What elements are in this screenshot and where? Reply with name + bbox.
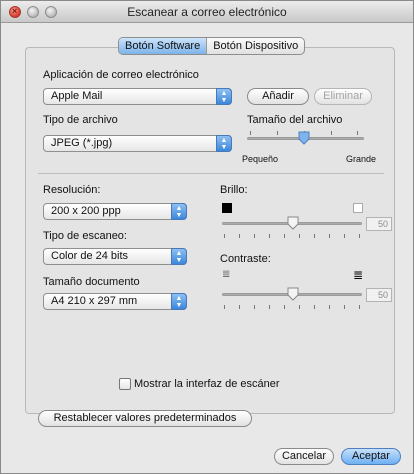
resolution-label: Resolución: bbox=[43, 184, 101, 196]
cancel-button[interactable]: Cancelar bbox=[274, 448, 334, 465]
popup-arrows-icon: ▲ ▼ bbox=[216, 135, 232, 152]
settings-panel: Aplicación de correo electrónico Apple M… bbox=[25, 47, 395, 414]
popup-arrows-icon: ▲ ▼ bbox=[171, 248, 187, 265]
file-type-label: Tipo de archivo bbox=[43, 114, 118, 126]
email-app-label: Aplicación de correo electrónico bbox=[43, 69, 199, 81]
tab-device-button[interactable]: Botón Dispositivo bbox=[206, 38, 304, 54]
scan-type-label: Tipo de escaneo: bbox=[43, 230, 127, 242]
resolution-value: 200 x 200 ppp bbox=[51, 205, 121, 217]
title-bar: × Escanear a correo electrónico bbox=[1, 1, 413, 23]
accept-button[interactable]: Aceptar bbox=[341, 448, 401, 465]
dark-square-icon bbox=[222, 203, 232, 213]
restore-defaults-button[interactable]: Restablecer valores predeterminados bbox=[38, 410, 252, 427]
contrast-value-field[interactable]: 50 bbox=[366, 288, 392, 302]
popup-arrows-icon: ▲ ▼ bbox=[171, 203, 187, 220]
low-contrast-icon: ≣ bbox=[222, 269, 231, 280]
file-size-label: Tamaño del archivo bbox=[247, 114, 343, 126]
remove-button[interactable]: Eliminar bbox=[314, 88, 372, 105]
scan-type-value: Color de 24 bits bbox=[51, 250, 129, 262]
file-size-min-label: Pequeño bbox=[242, 154, 279, 164]
window-title: Escanear a correo electrónico bbox=[127, 5, 287, 19]
light-square-icon bbox=[353, 203, 363, 213]
file-size-max-label: Grande bbox=[346, 154, 377, 164]
contrast-ticks bbox=[224, 305, 360, 309]
tab-software-button[interactable]: Botón Software bbox=[119, 38, 207, 54]
contrast-label: Contraste: bbox=[220, 253, 271, 265]
section-divider bbox=[38, 173, 384, 174]
file-type-value: JPEG (*.jpg) bbox=[51, 137, 113, 149]
tab-bar: Botón Software Botón Dispositivo bbox=[118, 37, 306, 55]
brightness-value-field[interactable]: 50 bbox=[366, 217, 392, 231]
file-type-select[interactable]: JPEG (*.jpg) ▲ ▼ bbox=[43, 135, 232, 152]
email-app-value: Apple Mail bbox=[51, 90, 103, 102]
file-size-slider-knob[interactable] bbox=[298, 131, 310, 145]
brightness-ticks bbox=[224, 234, 360, 238]
email-app-select[interactable]: Apple Mail ▲ ▼ bbox=[43, 88, 232, 105]
doc-size-label: Tamaño documento bbox=[43, 276, 140, 288]
show-interface-checkbox[interactable] bbox=[119, 378, 131, 390]
add-button[interactable]: Añadir bbox=[247, 88, 309, 105]
popup-arrows-icon: ▲ ▼ bbox=[171, 293, 187, 310]
doc-size-value: A4 210 x 297 mm bbox=[51, 295, 138, 307]
brightness-label: Brillo: bbox=[220, 184, 248, 196]
show-interface-label: Mostrar la interfaz de escáner bbox=[134, 378, 280, 390]
scan-type-select[interactable]: Color de 24 bits ▲ ▼ bbox=[43, 248, 187, 265]
high-contrast-icon: ≣ bbox=[353, 268, 364, 282]
brightness-slider-knob[interactable] bbox=[287, 216, 299, 230]
scan-to-email-window: × Escanear a correo electrónico Aplicaci… bbox=[0, 0, 414, 474]
popup-arrows-icon: ▲ ▼ bbox=[216, 88, 232, 105]
resolution-select[interactable]: 200 x 200 ppp ▲ ▼ bbox=[43, 203, 187, 220]
contrast-slider-knob[interactable] bbox=[287, 287, 299, 301]
doc-size-select[interactable]: A4 210 x 297 mm ▲ ▼ bbox=[43, 293, 187, 310]
